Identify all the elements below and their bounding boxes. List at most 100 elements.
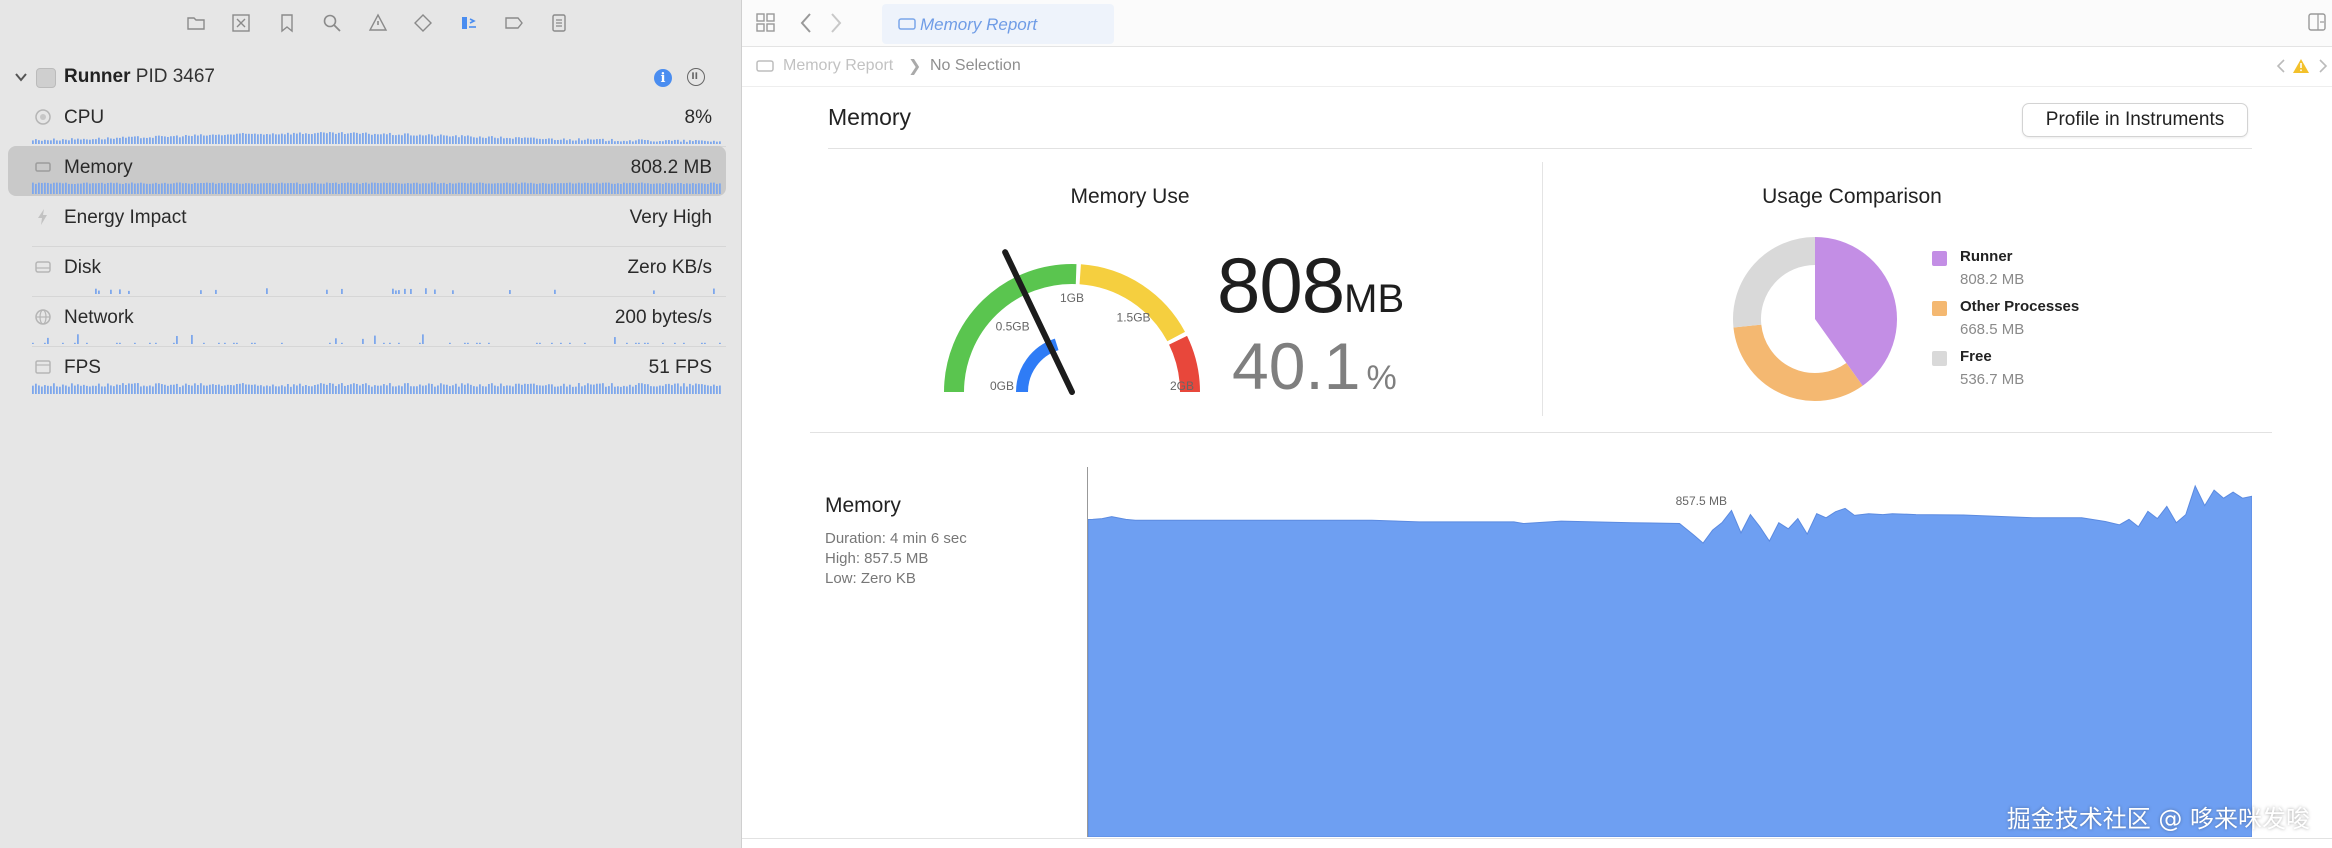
previous-issue-icon[interactable] (2276, 58, 2286, 74)
spark-bar (152, 386, 154, 394)
spark-bar (128, 136, 130, 144)
spark-bar (503, 138, 505, 144)
spark-bar (92, 183, 94, 194)
spark-bar (389, 132, 391, 144)
spark-bar (152, 137, 154, 144)
spark-bar (566, 140, 568, 144)
spark-bar (356, 132, 358, 144)
usage-comparison-title: Usage Comparison (1762, 185, 1942, 208)
spark-bar (251, 384, 253, 394)
spark-bar (71, 183, 73, 194)
forward-icon[interactable] (828, 12, 844, 34)
warning-icon[interactable] (2292, 58, 2310, 74)
spark-bar (647, 342, 649, 344)
spark-bar (344, 183, 346, 194)
spark-bar (452, 290, 454, 294)
breakpoint-icon[interactable] (503, 12, 525, 34)
spark-bar (143, 385, 145, 394)
warning-icon[interactable] (367, 12, 389, 34)
spark-bar (134, 183, 136, 194)
spark-bar (335, 133, 337, 144)
spark-bar (179, 182, 181, 194)
spark-bar (416, 182, 418, 194)
spark-bar (95, 288, 97, 294)
spark-bar (380, 183, 382, 194)
spark-bar (116, 384, 118, 394)
spark-bar (578, 138, 580, 144)
spark-bar (506, 182, 508, 194)
spark-bar (452, 136, 454, 144)
process-disclosure-icon[interactable] (14, 70, 28, 84)
spark-bar (209, 384, 211, 394)
spark-bar (386, 183, 388, 194)
report-icon[interactable] (548, 12, 570, 34)
spark-bar (644, 384, 646, 394)
spark-bar (164, 182, 166, 194)
spark-bar (131, 383, 133, 394)
breadcrumb-item[interactable]: No Selection (930, 57, 1021, 75)
vertical-divider (1542, 162, 1543, 416)
spark-bar (536, 138, 538, 144)
spark-bar (515, 182, 517, 194)
tab-memory-report[interactable]: Memory Report (882, 4, 1114, 44)
spark-bar (236, 133, 238, 144)
folder-icon[interactable] (185, 12, 207, 34)
add-editor-icon[interactable] (2308, 13, 2326, 31)
spark-bar (626, 386, 628, 394)
memory-area-series (1088, 484, 2252, 837)
spark-bar (77, 138, 79, 144)
gauge-row-cpu[interactable]: CPU 8% (8, 96, 726, 147)
spark-bar (137, 383, 139, 394)
search-icon[interactable] (321, 12, 343, 34)
pause-icon[interactable] (687, 68, 705, 86)
spark-bar (122, 136, 124, 144)
gauge-row-energy[interactable]: Energy Impact Very High (8, 196, 726, 247)
info-icon[interactable]: i (654, 69, 672, 87)
tag-icon[interactable] (412, 12, 434, 34)
spark-bar (650, 386, 652, 394)
spark-bar (92, 139, 94, 144)
spark-bar (707, 385, 709, 394)
spark-bar (374, 385, 376, 394)
spark-bar (605, 386, 607, 394)
spark-bar (413, 182, 415, 194)
spark-bar (254, 384, 256, 394)
spark-bar (56, 386, 58, 394)
spark-bar (653, 386, 655, 394)
spark-bar (161, 183, 163, 194)
spark-bar (686, 183, 688, 194)
spark-bar (227, 134, 229, 144)
cpu-icon (35, 109, 51, 125)
spark-bar (242, 383, 244, 394)
spark-bar (719, 342, 721, 344)
spark-bar (563, 383, 565, 394)
spark-bar (239, 183, 241, 194)
spark-bar (233, 183, 235, 194)
gauge-row-memory[interactable]: Memory 808.2 MB (8, 146, 726, 196)
spark-bar (527, 183, 529, 194)
profile-in-instruments-button[interactable]: Profile in Instruments (2022, 103, 2248, 137)
gauge-row-disk[interactable]: Disk Zero KB/s (8, 246, 726, 297)
spark-bar (551, 384, 553, 394)
spark-bar (491, 383, 493, 394)
spark-bar (44, 385, 46, 394)
gauge-row-fps[interactable]: FPS 51 FPS (8, 346, 726, 396)
close-square-icon[interactable] (230, 12, 252, 34)
grid-icon[interactable] (756, 13, 776, 33)
spark-bar (425, 288, 427, 294)
next-issue-icon[interactable] (2318, 58, 2328, 74)
bookmark-icon[interactable] (276, 12, 298, 34)
spark-bar (317, 132, 319, 144)
gauge-row-network[interactable]: Network 200 bytes/s (8, 296, 726, 347)
breadcrumb-item[interactable]: Memory Report (783, 57, 893, 75)
spark-bar (302, 133, 304, 144)
gauge-tick-label: 0.5GB (996, 320, 1030, 334)
back-icon[interactable] (798, 12, 814, 34)
spark-bar (170, 136, 172, 144)
debug-navigator-icon[interactable] (457, 12, 479, 34)
spark-bar (194, 383, 196, 394)
spark-bar (449, 136, 451, 144)
spark-bar (578, 383, 580, 394)
breadcrumb-separator-icon: ❯ (908, 58, 922, 75)
spark-bar (200, 134, 202, 144)
